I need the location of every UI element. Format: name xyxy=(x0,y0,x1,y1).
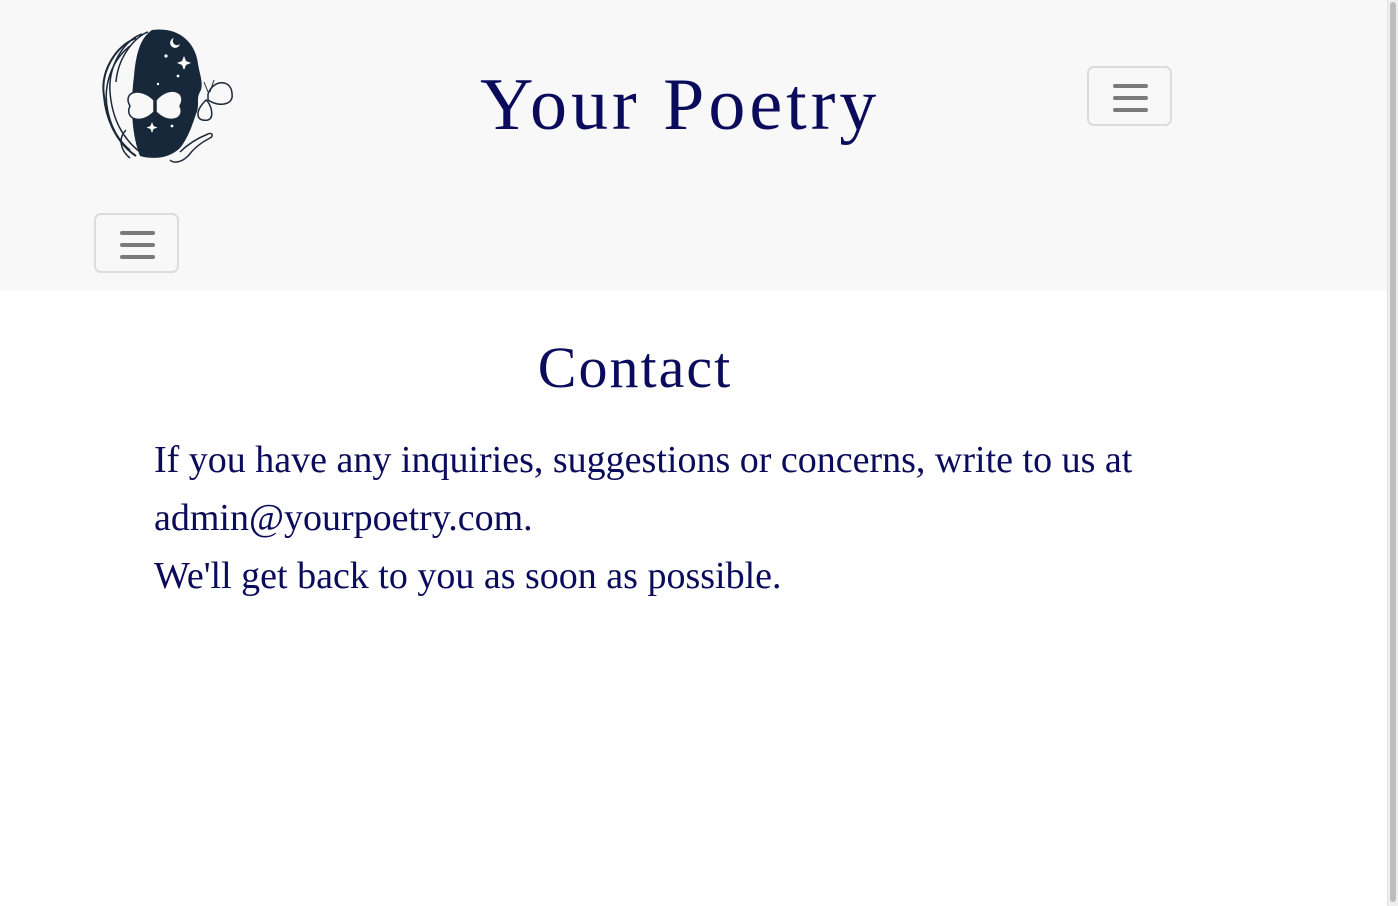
site-header: Your Poetry xyxy=(0,0,1387,290)
page-scrollbar[interactable] xyxy=(1387,0,1398,906)
hamburger-icon xyxy=(120,231,155,259)
side-menu-toggle-button[interactable] xyxy=(94,213,179,273)
logo-icon[interactable] xyxy=(96,26,238,164)
contact-response-text: We'll get back to you as soon as possibl… xyxy=(154,555,782,597)
scrollbar-thumb[interactable] xyxy=(1390,2,1396,902)
hamburger-icon xyxy=(1113,84,1148,112)
top-menu-toggle-button[interactable] xyxy=(1087,66,1172,126)
site-title[interactable]: Your Poetry xyxy=(480,68,880,142)
page-title: Contact xyxy=(537,335,733,400)
contact-inquiry-text: If you have any inquiries, suggestions o… xyxy=(154,439,1133,539)
contact-text: If you have any inquiries, suggestions o… xyxy=(154,431,1134,605)
